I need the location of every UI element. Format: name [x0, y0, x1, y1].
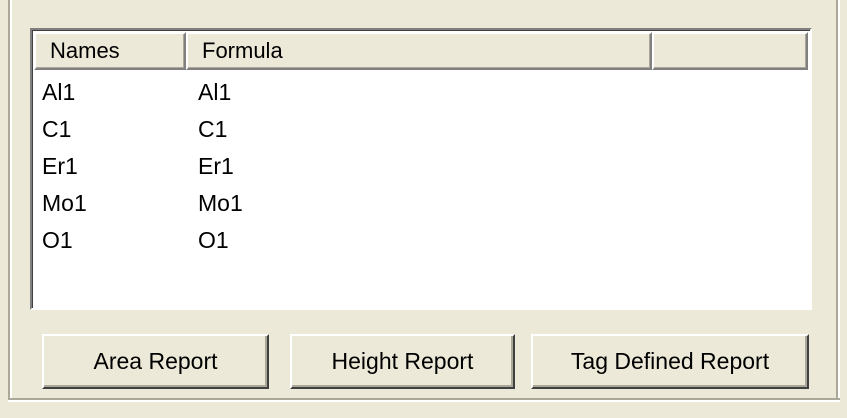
- column-header-formula[interactable]: Formula: [186, 32, 652, 70]
- list-item-formula: Al1: [198, 79, 232, 105]
- report-panel: Names Formula Al1 Al1 C1 C1 Er1 Er1 Mo1 …: [0, 0, 847, 418]
- list-item-formula: Mo1: [198, 190, 243, 216]
- list-rows: Al1 Al1 C1 C1 Er1 Er1 Mo1 Mo1 O1 O1: [42, 74, 802, 259]
- list-item[interactable]: Mo1 Mo1: [42, 185, 802, 222]
- height-report-button[interactable]: Height Report: [290, 334, 515, 389]
- list-item[interactable]: Al1 Al1: [42, 74, 802, 111]
- list-item[interactable]: Er1 Er1: [42, 148, 802, 185]
- list-item-formula: C1: [198, 116, 228, 142]
- list-item-name: Er1: [42, 153, 78, 179]
- list-item-name: C1: [42, 116, 72, 142]
- names-formula-list[interactable]: Names Formula Al1 Al1 C1 C1 Er1 Er1 Mo1 …: [30, 28, 812, 310]
- list-item-name: O1: [42, 227, 73, 253]
- area-report-button[interactable]: Area Report: [42, 334, 269, 389]
- panel-left-border: [8, 0, 12, 402]
- column-header-names[interactable]: Names: [34, 32, 186, 70]
- tag-defined-report-button[interactable]: Tag Defined Report: [531, 334, 809, 389]
- list-item-formula: Er1: [198, 153, 234, 179]
- list-item-name: Al1: [42, 79, 76, 105]
- list-item-formula: O1: [198, 227, 229, 253]
- column-header-empty[interactable]: [652, 32, 808, 70]
- list-item[interactable]: O1 O1: [42, 222, 802, 259]
- panel-right-border: [836, 0, 840, 402]
- list-header: Names Formula: [34, 32, 808, 70]
- list-item-name: Mo1: [42, 190, 87, 216]
- list-item[interactable]: C1 C1: [42, 111, 802, 148]
- panel-bottom-border: [8, 398, 840, 402]
